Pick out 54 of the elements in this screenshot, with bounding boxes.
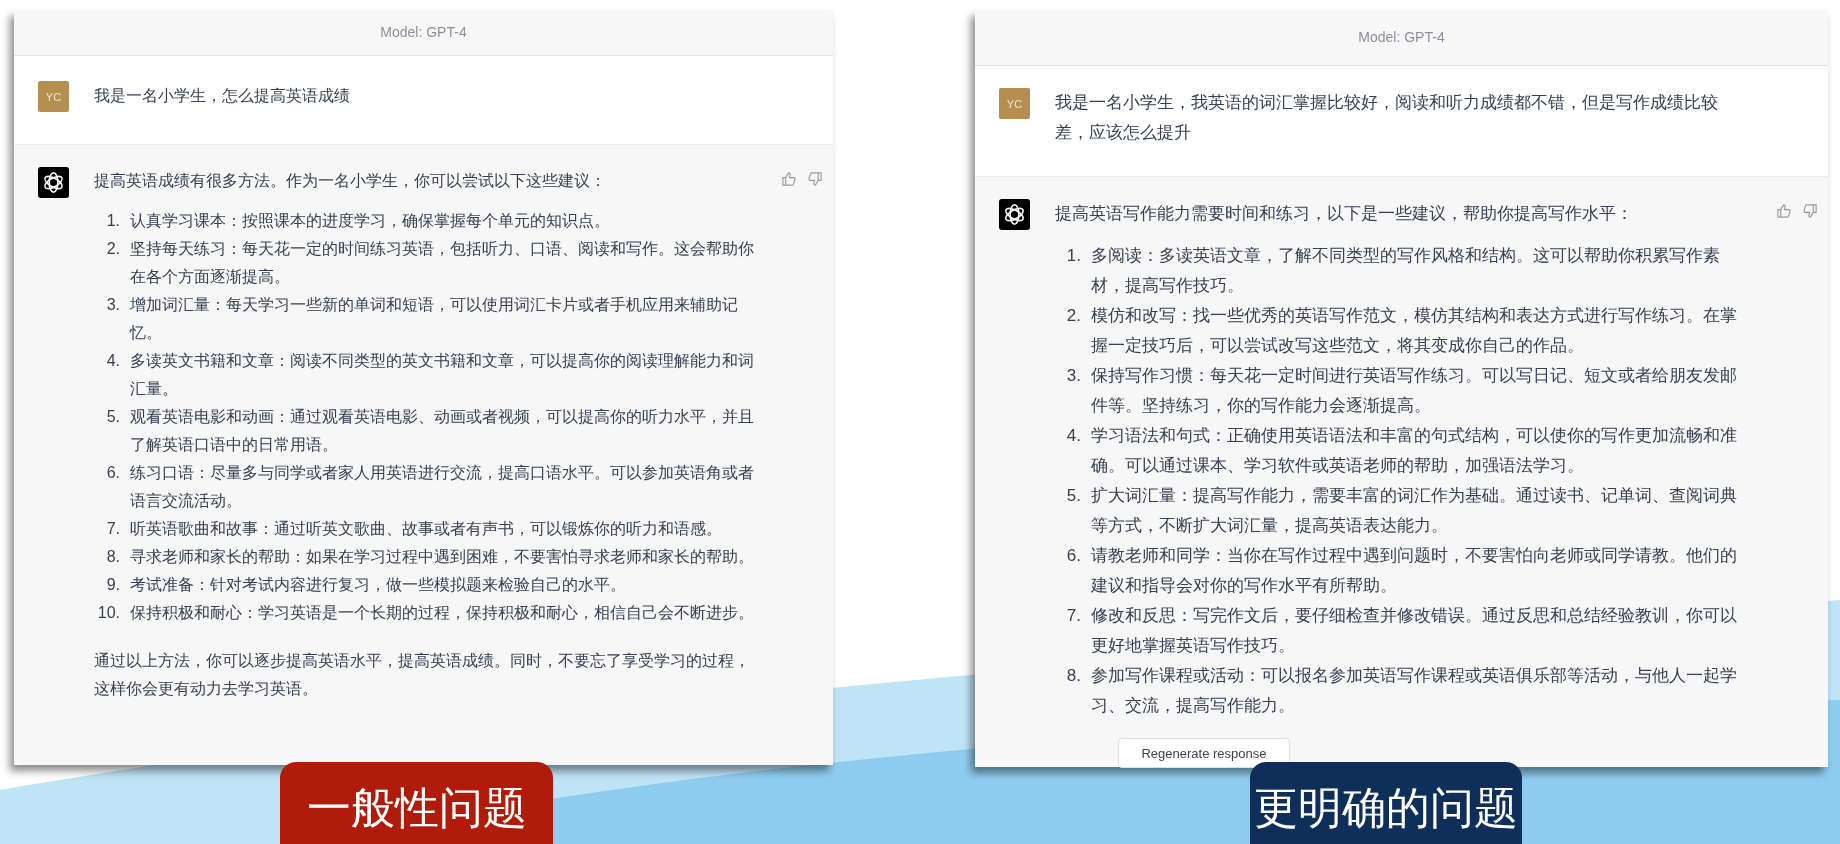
list-item-text: 认真学习课本：按照课本的进度学习，确保掌握每个单元的知识点。 <box>130 211 611 231</box>
list-number: 1. <box>1065 245 1081 267</box>
thumbs-up-icon[interactable] <box>781 171 797 187</box>
user-message: 我是一名小学生，怎么提高英语成绩 <box>94 86 350 106</box>
list-item-text: 增加词汇量：每天学习一些新的单词和短语，可以使用词汇卡片或者手机应用来辅助记忆。 <box>130 295 739 343</box>
list-number: 1. <box>105 211 120 231</box>
list-item-text: 坚持每天练习：每天花一定的时间练习英语，包括听力、口语、阅读和写作。这会帮助你在各个方面逐渐提高。 <box>130 239 755 287</box>
regenerate-button[interactable]: Regenerate response <box>1118 738 1290 768</box>
list-item-text: 参加写作课程或活动：可以报名参加英语写作课程或英语俱乐部等活动，与他人一起学习、交流，提高写作能力。 <box>1091 665 1738 717</box>
user-avatar: YC <box>38 81 69 112</box>
list-number: 8. <box>1065 665 1081 687</box>
list-item-text: 扩大词汇量：提高写作能力，需要丰富的词汇作为基础。通过读书、记单词、查阅词典等方式，不断扩大词汇量，提高英语表达能力。 <box>1091 485 1738 537</box>
list-item-text: 练习口语：尽量多与同学或者家人用英语进行交流，提高口语水平。可以参加英语角或者语言交流活动。 <box>130 463 755 511</box>
list-number: 3. <box>1065 365 1081 387</box>
list-number: 2. <box>1065 305 1081 327</box>
caption-label: 一般性问题 <box>280 762 553 844</box>
user-avatar: YC <box>999 88 1030 119</box>
list-item-text: 多读英文书籍和文章：阅读不同类型的英文书籍和文章，可以提高你的阅读理解能力和词汇量。 <box>130 351 755 399</box>
list-number: 9. <box>105 575 120 595</box>
caption-label: 更明确的问题 <box>1250 762 1522 844</box>
list-number: 4. <box>105 351 120 371</box>
message-text: 提高英语成绩有很多方法。作为一名小学生，你可以尝试以下这些建议： <box>94 171 607 191</box>
thumbs-down-icon[interactable] <box>1802 203 1818 219</box>
list-item-text: 寻求老师和家长的帮助：如果在学习过程中遇到困难，不要害怕寻求老师和家长的帮助。 <box>130 547 755 567</box>
list-item-text: 修改和反思：写完作文后，要仔细检查并修改错误。通过反思和总结经验教训，你可以更好地掌握英语写作技巧。 <box>1091 605 1738 657</box>
user-message: 我是一名小学生，我英语的词汇掌握比较好，阅读和听力成绩都不错，但是写作成绩比较差，应该怎么提升 <box>1055 92 1719 144</box>
list-number: 7. <box>105 519 120 539</box>
list-number: 8. <box>105 547 120 567</box>
list-number: 4. <box>1065 425 1081 447</box>
model-label: Model: GPT-4 <box>14 10 833 56</box>
list-item-text: 学习语法和句式：正确使用英语语法和丰富的句式结构，可以使你的写作更加流畅和准确。可以通过课本、学习软件或英语老师的帮助，加强语法学习。 <box>1091 425 1738 477</box>
list-item-text: 保持积极和耐心：学习英语是一个长期的过程，保持积极和耐心，相信自己会不断进步。 <box>130 603 755 623</box>
list-item-text: 观看英语电影和动画：通过观看英语电影、动画或者视频，可以提高你的听力水平，并且了解英语口语中的日常用语。 <box>130 407 755 455</box>
list-number: 5. <box>1065 485 1081 507</box>
list-number: 3. <box>105 295 120 315</box>
list-number: 2. <box>105 239 120 259</box>
list-item-text: 请教老师和同学：当你在写作过程中遇到问题时，不要害怕向老师或同学请教。他们的建议和指导会对你的写作水平有所帮助。 <box>1091 545 1738 597</box>
assistant-logo-icon <box>999 199 1030 230</box>
list-number: 5. <box>105 407 120 427</box>
list-item-text: 考试准备：针对考试内容进行复习，做一些模拟题来检验自己的水平。 <box>130 575 627 595</box>
thumbs-up-icon[interactable] <box>1776 203 1792 219</box>
thumbs-down-icon[interactable] <box>807 171 823 187</box>
model-label: Model: GPT-4 <box>975 10 1828 66</box>
message-text: 通过以上方法，你可以逐步提高英语水平，提高英语成绩。同时，不要忘了享受学习的过程，这样你会更有动力去学习英语。 <box>94 651 751 699</box>
list-item-text: 保持写作习惯：每天花一定时间进行英语写作练习。可以写日记、短文或者给朋友发邮件等。坚持练习，你的写作能力会逐渐提高。 <box>1091 365 1738 417</box>
list-number: 6. <box>105 463 120 483</box>
list-item-text: 听英语歌曲和故事：通过听英文歌曲、故事或者有声书，可以锻炼你的听力和语感。 <box>130 519 723 539</box>
list-number: 7. <box>1065 605 1081 627</box>
assistant-logo-icon <box>38 167 69 198</box>
message-text: 提高英语写作能力需要时间和练习，以下是一些建议，帮助你提高写作水平： <box>1055 203 1634 225</box>
list-item-text: 多阅读：多读英语文章，了解不同类型的写作风格和结构。这可以帮助你积累写作素材，提高写作技巧。 <box>1091 245 1721 297</box>
list-number: 10. <box>96 603 120 623</box>
list-item-text: 模仿和改写：找一些优秀的英语写作范文，模仿其结构和表达方式进行写作练习。在掌握一定技巧后，可以尝试改写这些范文，将其变成你自己的作品。 <box>1091 305 1738 357</box>
list-number: 6. <box>1065 545 1081 567</box>
